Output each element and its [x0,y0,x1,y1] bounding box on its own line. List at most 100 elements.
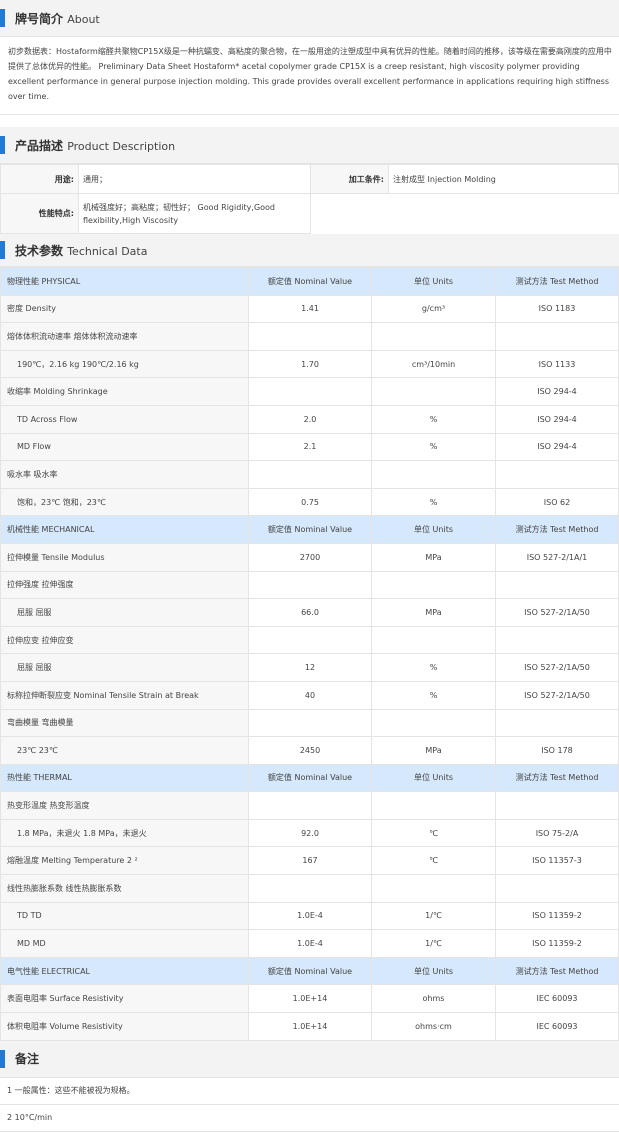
table-cell-unit [371,570,496,600]
table-cell-name: 体积电阻率 Volume Resistivity [0,1012,249,1041]
table-cell-value [248,791,372,820]
section-accent-bar [0,241,5,259]
category-header-cell: 测试方法 Test Method [495,956,619,986]
table-cell-value: 2700 [248,542,372,572]
note-item: 1 一般属性：这些不能被视为规格。 [0,1078,619,1105]
note-item: 2 10°C/min [0,1105,619,1132]
category-header-cell: 额定值 Nominal Value [248,515,372,544]
table-row: 1.8 MPa，未退火 1.8 MPa，未退火 92.0 ℃ ISO 75-2/A [0,818,619,848]
technical-title: 技术参数 Technical Data [15,242,147,259]
table-cell-value: 66.0 [248,598,372,627]
table-cell-method [495,874,619,903]
table-cell-method: ISO 527-2/1A/1 [495,542,619,572]
table-cell-value: 2.1 [248,432,372,462]
table-cell-unit: MPa [371,542,496,572]
table-cell-value: 2450 [248,736,372,765]
table-cell-name: 饱和，23℃ 饱和，23℃ [0,487,249,517]
table-cell-method [495,791,619,820]
table-cell-name: 屈服 屈服 [0,598,249,627]
technical-section: 技术参数 Technical Data 物理性能 PHYSICAL 额定值 Nom… [0,234,619,1041]
table-cell-method[interactable]: ISO 62 [495,487,619,517]
table-cell-value: 1.70 [248,349,372,379]
table-cell-name: 标称拉伸断裂应变 Nominal Tensile Strain at Break [0,680,249,710]
table-cell-unit: % [371,487,496,517]
table-cell-value [248,322,372,351]
about-title-cn: 牌号简介 [15,11,64,26]
table-cell-unit [371,708,496,738]
table-cell-unit: % [371,653,496,682]
table-cell-value: 40 [248,680,372,710]
table-cell-unit [371,322,496,351]
table-cell-name: MD MD [0,929,249,958]
table-cell-method: ISO 527-2/1A/50 [495,680,619,710]
table-cell-value: 12 [248,653,372,682]
category-header-cell: 单位 Units [371,956,496,986]
table-cell-method: ISO 1183 [495,294,619,324]
table-cell-unit: cm³/10min [371,349,496,379]
category-header-cell: 电气性能 ELECTRICAL [0,956,249,986]
table-cell-method: ISO 294-4 [495,404,619,434]
category-header-cell: 额定值 Nominal Value [248,267,372,296]
table-cell-method [495,570,619,600]
table-cell-name: 屈服 屈服 [0,653,249,682]
table-cell-unit: ℃ [371,818,496,848]
table-cell-unit: % [371,432,496,462]
notes-header: 备注 [0,1040,619,1078]
table-cell-name: 23℃ 23℃ [0,736,249,765]
table-row: 表面电阻率 Surface Resistivity 1.0E+14 ohms IEC … [0,984,619,1014]
about-header: 牌号简介 About [0,0,619,37]
notes-section: 备注 1 一般属性：这些不能被视为规格。 2 10°C/min [0,1040,619,1132]
table-cell-value [248,874,372,903]
technical-title-en: Technical Data [67,244,148,258]
feature-label: 性能特点: [0,193,79,234]
table-row: MD MD 1.0E-4 1/℃ ISO 11359-2 [0,929,619,958]
about-section: 牌号简介 About 初步数据表：Hostaform缩醛共聚物CP15X级是一种… [0,0,619,115]
table-cell-name: 线性热膨胀系数 线性热膨胀系数 [0,874,249,903]
use-value: 通用； [78,164,311,194]
table-cell-method[interactable]: ISO 1133 [495,349,619,379]
about-title-en: About [67,12,100,26]
category-header-cell: 单位 Units [371,515,496,544]
table-cell-method: ISO 75-2/A [495,818,619,848]
table-cell-method[interactable]: ISO 11357-3 [495,846,619,876]
category-header-row: 热性能 THERMAL 额定值 Nominal Value 单位 Units 测试方法… [0,763,619,793]
table-cell-method: ISO 178 [495,736,619,765]
table-cell-value: 1.41 [248,294,372,324]
table-cell-method [495,460,619,489]
technical-title-cn: 技术参数 [15,243,64,258]
section-accent-bar [0,9,5,27]
category-header-cell: 额定值 Nominal Value [248,956,372,986]
table-cell-value: 1.0E+14 [248,984,372,1014]
table-row: MD Flow 2.1% ISO 294-4 [0,432,619,462]
table-cell-name: 收缩率 Molding Shrinkage [0,377,249,406]
table-cell-value: 92.0 [248,818,372,848]
table-cell-unit [371,460,496,489]
table-row: 拉伸强度 拉伸强度 [0,570,619,600]
feature-value: 机械强度好；高粘度；韧性好； Good Rigidity,Good flexib… [78,193,311,234]
table-cell-name: 表面电阻率 Surface Resistivity [0,984,249,1014]
table-cell-unit: ohms·cm [371,1012,496,1041]
table-cell-value [248,377,372,406]
table-cell-name: 拉伸应变 拉伸应变 [0,625,249,655]
product-header: 产品描述 Product Description [0,127,619,164]
table-row: 线性热膨胀系数 线性热膨胀系数 [0,874,619,903]
table-cell-unit [371,625,496,655]
table-cell-method [495,322,619,351]
category-header-cell: 热性能 THERMAL [0,763,249,793]
category-header-cell: 单位 Units [371,267,496,296]
table-cell-unit: % [371,404,496,434]
table-cell-unit: 1/℃ [371,901,496,931]
table-cell-method: IEC 60093 [495,984,619,1014]
section-accent-bar [0,1049,5,1068]
table-row: 屈服 屈服 12% ISO 527-2/1A/50 [0,653,619,682]
about-title: 牌号简介 About [15,10,100,27]
table-cell-name: 弯曲模量 弯曲模量 [0,708,249,738]
table-cell-method: ISO 11359-2 [495,901,619,931]
notes-title: 备注 [15,1052,40,1067]
table-cell-name: 热变形温度 热变形温度 [0,791,249,820]
table-cell-unit [371,791,496,820]
product-section: 产品描述 Product Description 用途: 通用； 加工条件: 注… [0,127,619,234]
table-cell-value: 1.0E+14 [248,1012,372,1041]
table-cell-value: 2.0 [248,404,372,434]
table-cell-method: ISO 527-2/1A/50 [495,598,619,627]
